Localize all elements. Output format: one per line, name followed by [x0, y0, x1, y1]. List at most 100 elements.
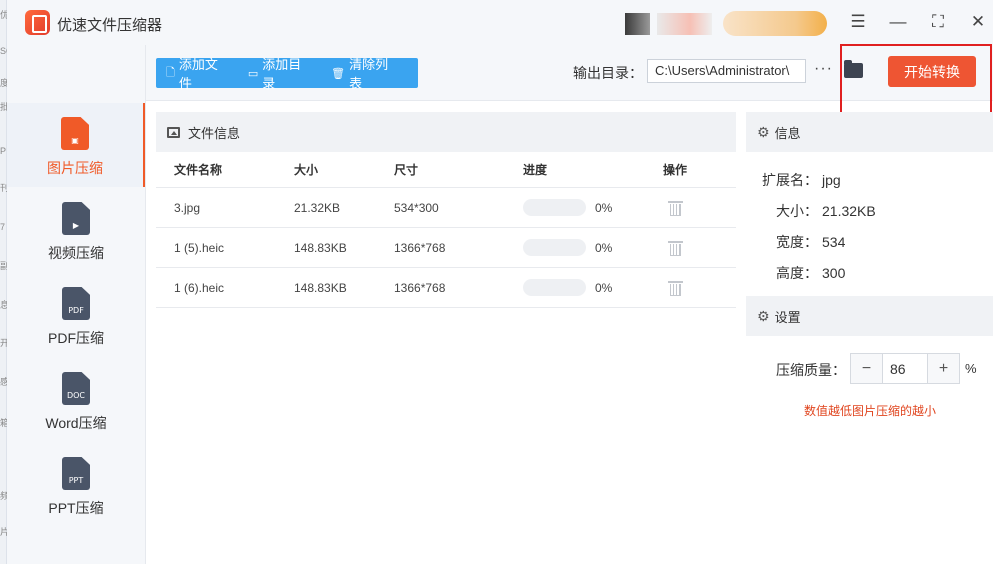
edge-text: 箱 — [0, 418, 7, 428]
output-dir-input[interactable]: C:\Users\Administrator\ — [647, 59, 806, 83]
trash-icon: 🗑 — [331, 67, 346, 80]
title-bar: 优速文件压缩器 ☰ — ⛶ ✕ — [7, 0, 993, 45]
info-height: 高度： 300 — [758, 263, 845, 283]
quality-stepper: − 86 + — [850, 353, 960, 384]
sidebar-item-label: 视频压缩 — [48, 245, 104, 261]
size-value: 21.32KB — [822, 203, 876, 219]
table-row[interactable]: 3.jpg 21.32KB 534*300 0% — [156, 188, 736, 228]
progress-text: 0% — [595, 280, 613, 295]
sidebar-item-pdf-compress[interactable]: PDF PDF压缩 — [7, 273, 145, 357]
edge-text: 优 — [0, 10, 7, 20]
app-logo-icon — [25, 10, 50, 35]
add-file-label: 添加文件 — [178, 57, 218, 91]
file-actions — [663, 188, 683, 227]
edge-text: 息 — [0, 300, 7, 310]
file-name: 3.jpg — [174, 200, 201, 215]
progress-text: 0% — [595, 200, 613, 215]
video-file-icon: ▶ — [62, 202, 90, 235]
user-avatar[interactable] — [625, 13, 650, 35]
quality-label: 压缩质量： — [776, 362, 846, 378]
close-icon[interactable]: ✕ — [965, 10, 991, 34]
add-folder-label: 添加目录 — [262, 57, 302, 91]
delete-icon[interactable] — [668, 280, 683, 296]
file-name: 1 (6).heic — [174, 280, 225, 295]
quality-increase-button[interactable]: + — [928, 354, 959, 383]
add-folder-button[interactable]: ▭ 添加目录 — [248, 54, 313, 92]
file-button-group: 🗋 添加文件 ▭ 添加目录 🗑 清除列表 — [156, 57, 418, 91]
file-size: 148.83KB — [294, 280, 347, 295]
sidebar-item-label: Word压缩 — [45, 415, 107, 431]
file-progress: 0% — [523, 228, 612, 267]
edge-text: 开 — [0, 338, 7, 348]
vip-badge-blurred[interactable] — [723, 11, 827, 36]
image-icon — [167, 126, 180, 138]
file-dimensions: 534*300 — [394, 200, 439, 215]
quality-hint: 数值越低图片压缩的越小 — [804, 404, 937, 418]
ppt-file-icon: PPT — [62, 457, 90, 490]
file-info-panel: 文件信息 文件名称 大小 尺寸 进度 操作 3.jpg 21.32KB 534*30… — [156, 112, 736, 564]
file-actions — [663, 228, 683, 267]
width-value: 534 — [822, 234, 846, 250]
add-file-button[interactable]: 🗋 添加文件 — [166, 54, 230, 92]
column-header-name: 文件名称 — [174, 163, 223, 177]
sidebar-item-label: PPT压缩 — [48, 500, 104, 516]
clear-list-label: 清除列表 — [349, 57, 389, 91]
sidebar-item-ppt-compress[interactable]: PPT PPT压缩 — [7, 443, 145, 527]
file-size: 21.32KB — [294, 200, 341, 215]
settings-header: ⚙ 设置 — [746, 296, 993, 336]
settings-title: 设置 — [774, 309, 801, 325]
quality-decrease-button[interactable]: − — [851, 354, 882, 383]
edge-text: 感 — [0, 377, 7, 387]
table-header: 文件名称 大小 尺寸 进度 操作 — [156, 152, 736, 188]
edge-text: 7 — [0, 222, 6, 232]
extension-value: jpg — [822, 172, 841, 188]
info-extension: 扩展名： jpg — [758, 170, 841, 190]
doc-file-icon: DOC — [62, 372, 90, 405]
column-header-actions: 操作 — [663, 163, 688, 177]
sidebar-item-video-compress[interactable]: ▶ 视频压缩 — [7, 188, 145, 272]
height-label: 高度： — [776, 265, 818, 281]
background-window-edge: 优 SC 度批 P 刊 7 副息开感箱频片 — [0, 0, 7, 564]
file-dimensions: 1366*768 — [394, 240, 446, 255]
file-info-title: 文件信息 — [188, 125, 241, 141]
app-title: 优速文件压缩器 — [57, 17, 163, 34]
more-options-icon[interactable]: ··· — [814, 60, 833, 78]
delete-icon[interactable] — [668, 200, 683, 216]
sidebar-item-label: PDF压缩 — [48, 330, 104, 346]
image-file-icon: ▣ — [61, 117, 89, 150]
edge-text: 度 — [0, 78, 7, 88]
edge-text: SC — [0, 46, 7, 56]
edge-text: 副 — [0, 261, 7, 271]
file-actions — [663, 268, 683, 307]
output-dir-label: 输出目录： — [573, 65, 643, 81]
user-name-blurred — [657, 13, 712, 35]
sidebar-item-word-compress[interactable]: DOC Word压缩 — [7, 358, 145, 442]
folder-outline-icon: ▭ — [247, 67, 259, 80]
clear-list-button[interactable]: 🗑 清除列表 — [331, 54, 400, 92]
menu-icon[interactable]: ☰ — [845, 10, 871, 34]
progress-text: 0% — [595, 240, 613, 255]
sidebar-item-image-compress[interactable]: ▣ 图片压缩 — [7, 103, 145, 187]
size-label: 大小： — [776, 203, 818, 219]
info-width: 宽度： 534 — [758, 232, 845, 252]
file-progress: 0% — [523, 268, 612, 307]
file-info-header: 文件信息 — [156, 112, 736, 152]
maximize-icon[interactable]: ⛶ — [925, 10, 951, 34]
table-row[interactable]: 1 (6).heic 148.83KB 1366*768 0% — [156, 268, 736, 308]
gear-icon: ⚙ — [757, 123, 770, 140]
sidebar: ▣ 图片压缩 ▶ 视频压缩 PDF PDF压缩 DOC Word压缩 PPT P… — [7, 45, 146, 564]
width-label: 宽度： — [776, 234, 818, 250]
file-icon: 🗋 — [166, 66, 175, 79]
edge-text: P — [0, 146, 7, 156]
column-header-dimensions: 尺寸 — [394, 163, 419, 177]
file-name: 1 (5).heic — [174, 240, 225, 255]
file-details-panel: ⚙ 信息 扩展名： jpg 大小： 21.32KB 宽度： 534 高度： 300 ⚙ … — [746, 112, 993, 564]
column-header-progress: 进度 — [523, 163, 548, 177]
delete-icon[interactable] — [668, 240, 683, 256]
quality-unit: % — [965, 361, 977, 376]
minimize-icon[interactable]: — — [885, 10, 911, 34]
info-header: ⚙ 信息 — [746, 112, 993, 152]
height-value: 300 — [822, 265, 846, 281]
quality-input[interactable]: 86 — [882, 354, 928, 383]
table-row[interactable]: 1 (5).heic 148.83KB 1366*768 0% — [156, 228, 736, 268]
